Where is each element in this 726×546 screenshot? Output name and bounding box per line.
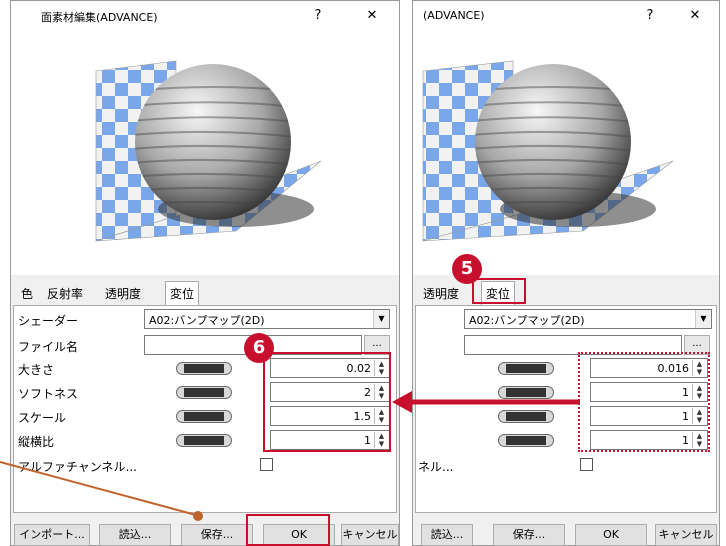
file-name-field[interactable]	[464, 335, 682, 355]
spinner-icon[interactable]: ▲ ▼	[692, 384, 706, 400]
window-title: (ADVANCE)	[423, 9, 485, 22]
softness-slider[interactable]	[176, 386, 232, 399]
aspect-ratio-value: 1	[364, 434, 371, 447]
tab-reflectance[interactable]: 反射率	[47, 285, 83, 302]
browse-button[interactable]: ...	[364, 335, 390, 355]
title-bar: 面素材編集(ADVANCE) ? ✕	[11, 1, 399, 31]
cancel-button[interactable]: キャンセル	[341, 524, 399, 546]
size-input[interactable]: 0.02 ▲ ▼	[270, 358, 390, 378]
softness-label: ソフトネス	[18, 387, 79, 401]
size-label: 大きさ	[18, 363, 55, 377]
spinner-icon[interactable]: ▲ ▼	[374, 360, 388, 376]
aspect-ratio-value: 1	[682, 434, 689, 447]
shader-select[interactable]: A02:バンプマップ(2D) ▼	[144, 309, 390, 329]
tab-strip: 透明度 変位	[415, 281, 717, 307]
chevron-down-icon: ▼	[373, 310, 389, 328]
alpha-channel-checkbox[interactable]	[580, 458, 593, 471]
title-bar: (ADVANCE) ? ✕	[413, 1, 719, 31]
scale-input[interactable]: 1.5 ▲ ▼	[270, 406, 390, 426]
softness-slider[interactable]	[498, 386, 554, 399]
spinner-icon[interactable]: ▲ ▼	[374, 408, 388, 424]
aspect-ratio-label: 縦横比	[18, 435, 55, 449]
alpha-channel-label-fragment: ネル...	[418, 460, 454, 474]
spinner-icon[interactable]: ▲ ▼	[374, 384, 388, 400]
spinner-icon[interactable]: ▲ ▼	[692, 432, 706, 448]
displacement-panel: シェーダー A02:バンプマップ(2D) ▼ ファイル名 ... 大きさ 0.0…	[13, 305, 397, 513]
size-input[interactable]: 0.016 ▲ ▼	[590, 358, 708, 378]
save-button[interactable]: 保存...	[493, 524, 565, 546]
scale-slider[interactable]	[498, 410, 554, 423]
softness-value: 2	[364, 386, 371, 399]
size-value: 0.02	[346, 362, 372, 375]
tab-transparency[interactable]: 透明度	[105, 285, 141, 302]
shader-select-value: A02:バンプマップ(2D)	[149, 314, 265, 327]
material-preview	[11, 31, 399, 275]
spinner-icon[interactable]: ▲ ▼	[692, 408, 706, 424]
sphere-preview-image	[422, 60, 674, 242]
load-button[interactable]: 読込...	[421, 524, 473, 546]
size-value: 0.016	[657, 362, 690, 375]
scale-value: 1	[682, 410, 689, 423]
tab-displacement[interactable]: 変位	[481, 281, 516, 305]
cancel-button[interactable]: キャンセル	[655, 524, 717, 546]
help-button[interactable]: ?	[640, 6, 660, 26]
scale-value: 1.5	[353, 410, 372, 423]
scale-input[interactable]: 1 ▲ ▼	[590, 406, 708, 426]
softness-value: 1	[682, 386, 689, 399]
softness-input[interactable]: 1 ▲ ▼	[590, 382, 708, 402]
chevron-down-icon: ▼	[695, 310, 711, 328]
aspect-ratio-input[interactable]: 1 ▲ ▼	[270, 430, 390, 450]
scale-label: スケール	[18, 411, 67, 425]
window-title: 面素材編集(ADVANCE)	[41, 11, 158, 24]
file-name-label: ファイル名	[18, 340, 79, 354]
close-button[interactable]: ✕	[685, 6, 705, 26]
tab-strip: 色 反射率 透明度 変位	[13, 281, 397, 307]
shader-label: シェーダー	[18, 314, 79, 328]
ok-button[interactable]: OK	[575, 524, 647, 546]
displacement-panel: A02:バンプマップ(2D) ▼ ... 0.016 ▲ ▼ 1 ▲ ▼ 1 ▲ ▼ 1 ▲ ▼…	[415, 305, 717, 513]
tab-color[interactable]: 色	[21, 285, 33, 302]
material-preview	[413, 31, 719, 275]
step-5-badge: 5	[452, 254, 482, 284]
save-button[interactable]: 保存...	[181, 524, 253, 546]
close-button[interactable]: ✕	[362, 6, 382, 26]
load-button[interactable]: 読込...	[99, 524, 171, 546]
import-button[interactable]: インポート...	[14, 524, 90, 546]
size-slider[interactable]	[498, 362, 554, 375]
help-button[interactable]: ?	[308, 6, 328, 26]
spinner-icon[interactable]: ▲ ▼	[692, 360, 706, 376]
softness-input[interactable]: 2 ▲ ▼	[270, 382, 390, 402]
aspect-ratio-slider[interactable]	[176, 434, 232, 447]
aspect-ratio-slider[interactable]	[498, 434, 554, 447]
shader-select[interactable]: A02:バンプマップ(2D) ▼	[464, 309, 712, 329]
alpha-channel-checkbox[interactable]	[260, 458, 273, 471]
step-6-badge: 6	[244, 333, 274, 363]
shader-select-value: A02:バンプマップ(2D)	[469, 314, 585, 327]
aspect-ratio-input[interactable]: 1 ▲ ▼	[590, 430, 708, 450]
scale-slider[interactable]	[176, 410, 232, 423]
alpha-channel-label: アルファチャンネル...	[18, 460, 137, 474]
spinner-icon[interactable]: ▲ ▼	[374, 432, 388, 448]
browse-button[interactable]: ...	[684, 335, 710, 355]
material-editor-window: 面素材編集(ADVANCE) ? ✕ 色 反射率 透明度 変位 シェーダー A0…	[10, 0, 400, 546]
size-slider[interactable]	[176, 362, 232, 375]
ok-button[interactable]: OK	[263, 524, 335, 546]
sphere-preview-image	[95, 60, 322, 242]
tab-transparency[interactable]: 透明度	[423, 285, 459, 302]
tab-displacement[interactable]: 変位	[165, 281, 200, 305]
